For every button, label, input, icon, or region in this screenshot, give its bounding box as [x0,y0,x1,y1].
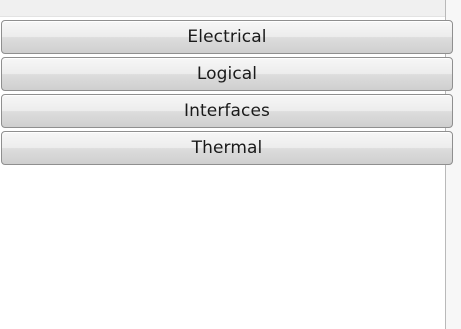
interfaces-button[interactable]: Interfaces [1,94,453,128]
category-panel: Electrical Logical Interfaces Thermal [0,0,461,329]
interfaces-button-label: Interfaces [184,101,270,121]
thermal-button[interactable]: Thermal [1,131,453,165]
logical-button[interactable]: Logical [1,57,453,91]
category-button-list: Electrical Logical Interfaces Thermal [1,20,453,168]
electrical-button[interactable]: Electrical [1,20,453,54]
panel-top-strip [0,0,446,17]
logical-button-label: Logical [196,64,258,84]
electrical-button-label: Electrical [187,27,267,47]
thermal-button-label: Thermal [191,138,263,158]
